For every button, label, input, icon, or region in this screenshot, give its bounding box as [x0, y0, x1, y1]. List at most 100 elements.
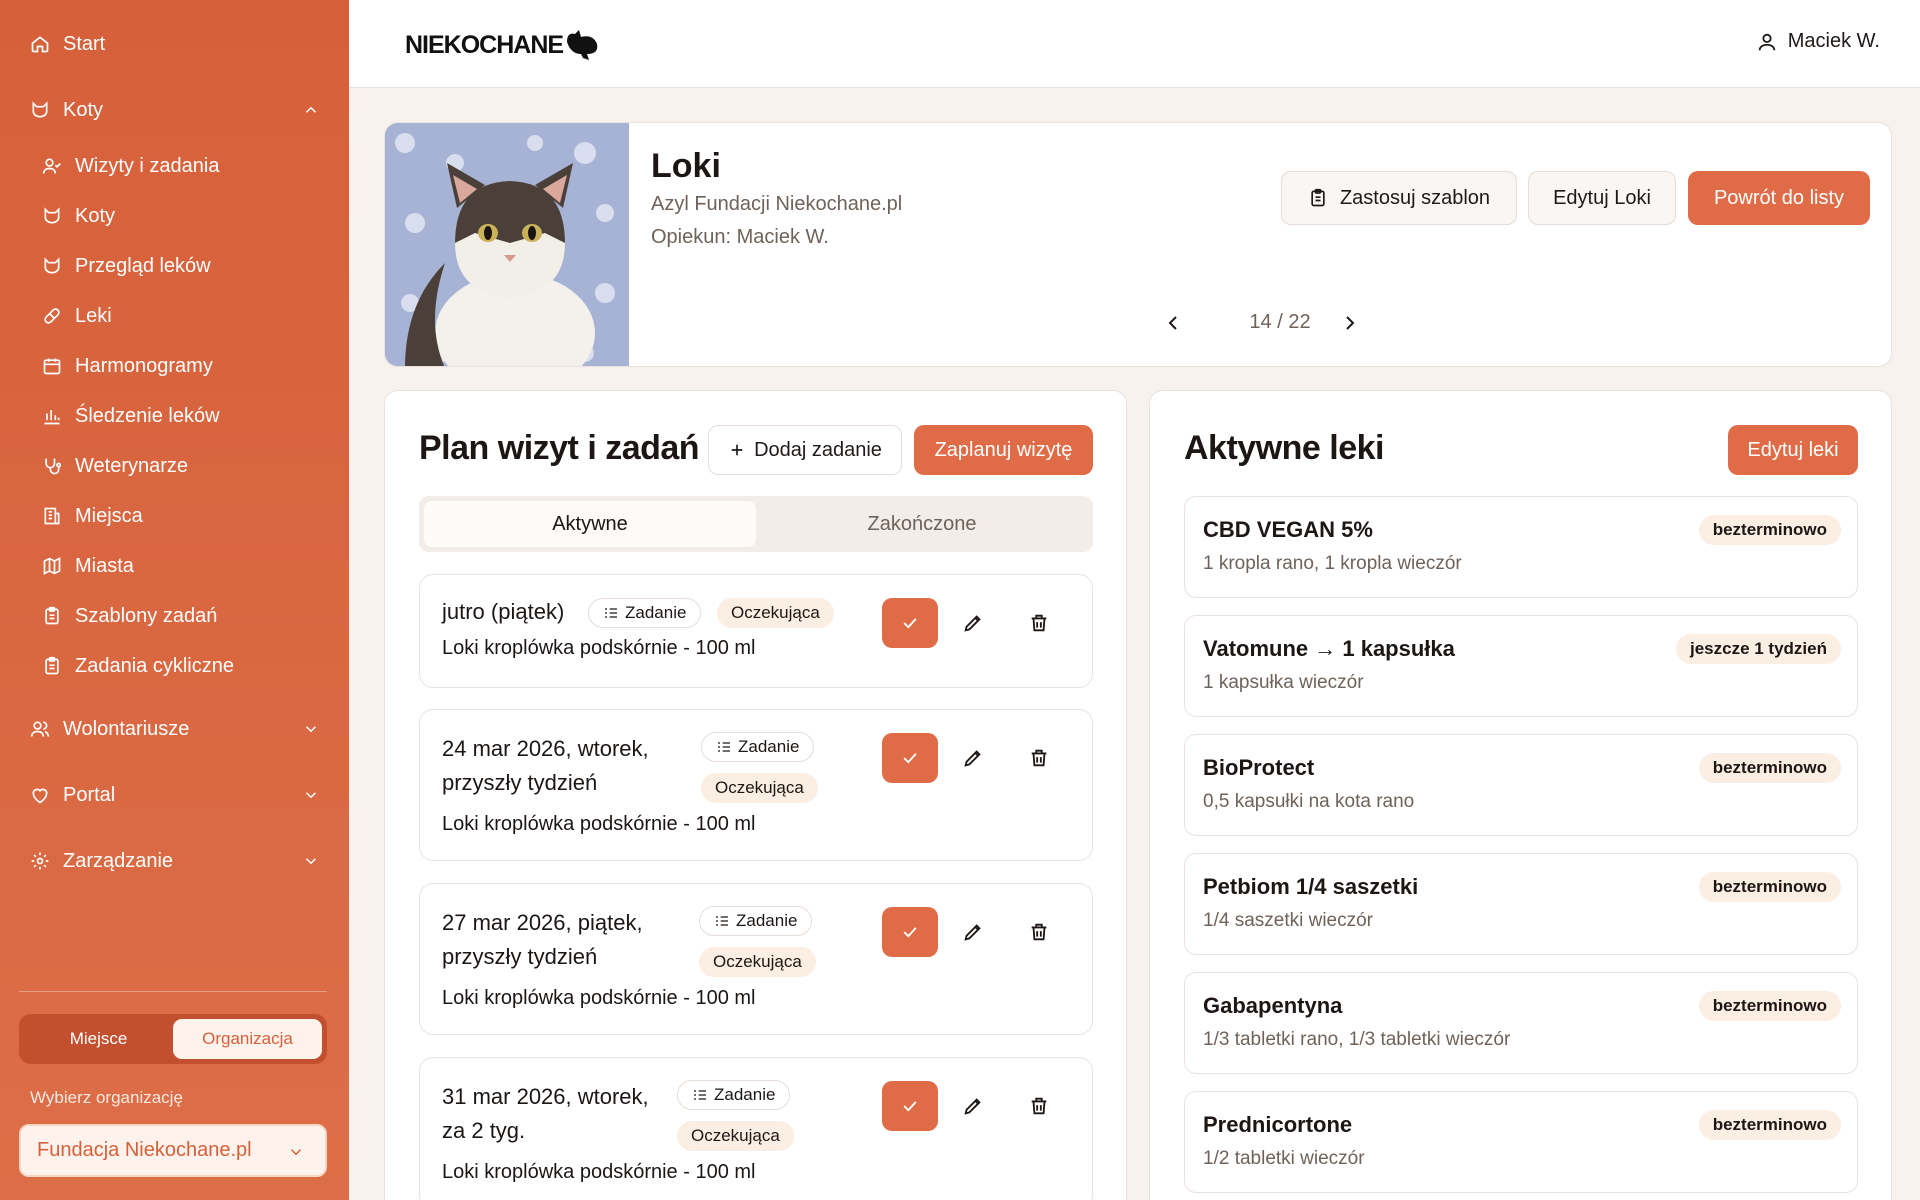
- edit-task-button[interactable]: [948, 733, 998, 783]
- org-select[interactable]: Fundacja Niekochane.pl: [19, 1124, 327, 1177]
- med-duration-badge: jeszcze 1 tydzień: [1675, 634, 1841, 664]
- org-select-label: Wybierz organizację: [30, 1088, 183, 1107]
- nav-portal[interactable]: Portal: [29, 775, 320, 815]
- med-card[interactable]: BioProtect 0,5 kapsułki na kota rano bez…: [1184, 734, 1858, 836]
- med-dose: 1/2 tabletki wieczór: [1203, 1148, 1365, 1169]
- sidebar-item-zadania-cykliczne[interactable]: Zadania cykliczne: [41, 646, 320, 686]
- plan-panel: Plan wizyt i zadań Dodaj zadanie Zaplanu…: [384, 390, 1127, 1200]
- schedule-visit-label: Zaplanuj wizytę: [934, 438, 1073, 461]
- task-type-badge: Zadanie: [701, 732, 815, 762]
- sidebar-item-harmonogramy[interactable]: Harmonogramy: [41, 346, 320, 386]
- task-desc: Loki kroplówka podskórnie - 100 ml: [442, 987, 756, 1009]
- scope-option-organizacja[interactable]: Organizacja: [173, 1019, 322, 1059]
- chevron-up-icon: [305, 106, 317, 113]
- task-card: 24 mar 2026, wtorek, przyszły tydzień Za…: [419, 709, 1093, 861]
- user-menu[interactable]: Maciek W.: [1756, 30, 1880, 53]
- sidebar-item-weterynarze[interactable]: Weterynarze: [41, 446, 320, 486]
- complete-task-button[interactable]: [882, 1081, 938, 1131]
- nav-zarzadzanie-label: Zarządzanie: [63, 849, 174, 872]
- med-card[interactable]: Gabapentyna 1/3 tabletki rano, 1/3 table…: [1184, 972, 1858, 1074]
- med-name: Prednicortone: [1203, 1112, 1353, 1137]
- task-date-relative: przyszły tydzień: [442, 944, 598, 969]
- complete-task-button[interactable]: [882, 598, 938, 648]
- med-duration-badge: bezterminowo: [1698, 1110, 1841, 1140]
- apply-template-label: Zastosuj szablon: [1339, 186, 1491, 209]
- check-icon: [903, 753, 917, 764]
- complete-task-button[interactable]: [882, 907, 938, 957]
- sidebar-item-koty[interactable]: Koty: [41, 196, 320, 236]
- med-name: CBD VEGAN 5%: [1203, 517, 1373, 542]
- med-card[interactable]: Vatomune → 1 kapsułka 1 kapsułka wieczór…: [1184, 615, 1858, 717]
- delete-task-button[interactable]: [1014, 1081, 1064, 1131]
- edit-task-button[interactable]: [948, 907, 998, 957]
- chevron-down-icon: [305, 792, 317, 799]
- sidebar-item-label: Przegląd leków: [75, 254, 211, 277]
- trash-icon: [1031, 749, 1047, 767]
- sidebar-item-miasta[interactable]: Miasta: [41, 546, 320, 586]
- scope-segmented-control: Miejsce Organizacja: [19, 1014, 327, 1064]
- med-dose: 0,5 kapsułki na kota rano: [1203, 791, 1415, 812]
- gear-icon: [29, 850, 51, 872]
- logo[interactable]: NIEKOCHANE: [405, 28, 603, 62]
- nav-wolontariusze-label: Wolontariusze: [63, 717, 190, 740]
- bar-chart-icon: [41, 405, 63, 427]
- tab-zakonczone[interactable]: Zakończone: [756, 501, 1088, 547]
- scope-option-miejsce[interactable]: Miejsce: [24, 1019, 173, 1059]
- chevron-down-icon: [290, 1149, 302, 1156]
- complete-task-button[interactable]: [882, 733, 938, 783]
- nav-wolontariusze[interactable]: Wolontariusze: [29, 709, 320, 749]
- med-name: Vatomune → 1 kapsułka: [1203, 636, 1455, 661]
- task-card: 27 mar 2026, piątek, przyszły tydzień Za…: [419, 883, 1093, 1035]
- med-card[interactable]: Prednicortone 1/2 tabletki wieczór bezte…: [1184, 1091, 1858, 1193]
- sidebar-item-leki[interactable]: Leki: [41, 296, 320, 336]
- delete-task-button[interactable]: [1014, 598, 1064, 648]
- pill-icon: [41, 305, 63, 327]
- plan-title: Plan wizyt i zadań: [419, 429, 700, 467]
- pencil-icon: [964, 615, 981, 632]
- tab-aktywne[interactable]: Aktywne: [424, 501, 756, 547]
- edit-meds-button[interactable]: Edytuj leki: [1728, 425, 1858, 475]
- delete-task-button[interactable]: [1014, 907, 1064, 957]
- back-to-list-button[interactable]: Powrót do listy: [1688, 171, 1870, 225]
- chevron-right-icon[interactable]: [1338, 311, 1362, 335]
- cat-caretaker: Opiekun: Maciek W.: [651, 226, 829, 248]
- sidebar-item-sledzenie[interactable]: Śledzenie leków: [41, 396, 320, 436]
- edit-task-button[interactable]: [948, 598, 998, 648]
- edit-task-button[interactable]: [948, 1081, 998, 1131]
- med-card[interactable]: CBD VEGAN 5% 1 kropla rano, 1 kropla wie…: [1184, 496, 1858, 598]
- map-icon: [41, 555, 63, 577]
- list-check-icon: [718, 742, 730, 752]
- task-type-label: Zadanie: [714, 1085, 776, 1104]
- sidebar-item-label: Leki: [75, 304, 112, 327]
- med-card[interactable]: Petbiom 1/4 saszetki 1/4 saszetki wieczó…: [1184, 853, 1858, 955]
- cat-logo-icon: [567, 30, 598, 60]
- sidebar-item-label: Miejsca: [75, 504, 143, 527]
- schedule-visit-button[interactable]: Zaplanuj wizytę: [914, 425, 1093, 475]
- active-meds-panel: Aktywne leki Edytuj leki CBD VEGAN 5% 1 …: [1149, 390, 1892, 1200]
- edit-cat-button[interactable]: Edytuj Loki: [1528, 171, 1676, 225]
- cat-icon: [41, 255, 63, 277]
- chevron-left-icon[interactable]: [1161, 311, 1185, 335]
- sidebar-item-label: Weterynarze: [75, 454, 189, 477]
- topbar: NIEKOCHANE Maciek W.: [349, 0, 1920, 88]
- sidebar-item-szablony[interactable]: Szablony zadań: [41, 596, 320, 636]
- sidebar-item-miejsca[interactable]: Miejsca: [41, 496, 320, 536]
- nav-koty-section[interactable]: Koty: [29, 90, 320, 130]
- apply-template-button[interactable]: Zastosuj szablon: [1281, 171, 1517, 225]
- sidebar: Start Koty Wizyty i zadania Koty Przeglą…: [0, 0, 349, 1200]
- med-dose: 1/3 tabletki rano, 1/3 tabletki wieczór: [1203, 1029, 1511, 1050]
- nav-start[interactable]: Start: [29, 24, 320, 64]
- plus-icon: [731, 444, 743, 456]
- add-task-button[interactable]: Dodaj zadanie: [708, 425, 902, 475]
- med-name: Petbiom 1/4 saszetki: [1203, 874, 1419, 899]
- med-dose: 1/4 saszetki wieczór: [1203, 910, 1374, 931]
- med-dose: 1 kapsułka wieczór: [1203, 672, 1364, 693]
- logo-text: NIEKOCHANE: [405, 30, 564, 59]
- nav-zarzadzanie[interactable]: Zarządzanie: [29, 841, 320, 881]
- sidebar-item-wizyty[interactable]: Wizyty i zadania: [41, 146, 320, 186]
- chevron-down-icon: [305, 858, 317, 865]
- sidebar-item-przeglad-lekow[interactable]: Przegląd leków: [41, 246, 320, 286]
- task-desc: Loki kroplówka podskórnie - 100 ml: [442, 813, 756, 835]
- delete-task-button[interactable]: [1014, 733, 1064, 783]
- task-date-relative: za 2 tyg.: [442, 1118, 526, 1143]
